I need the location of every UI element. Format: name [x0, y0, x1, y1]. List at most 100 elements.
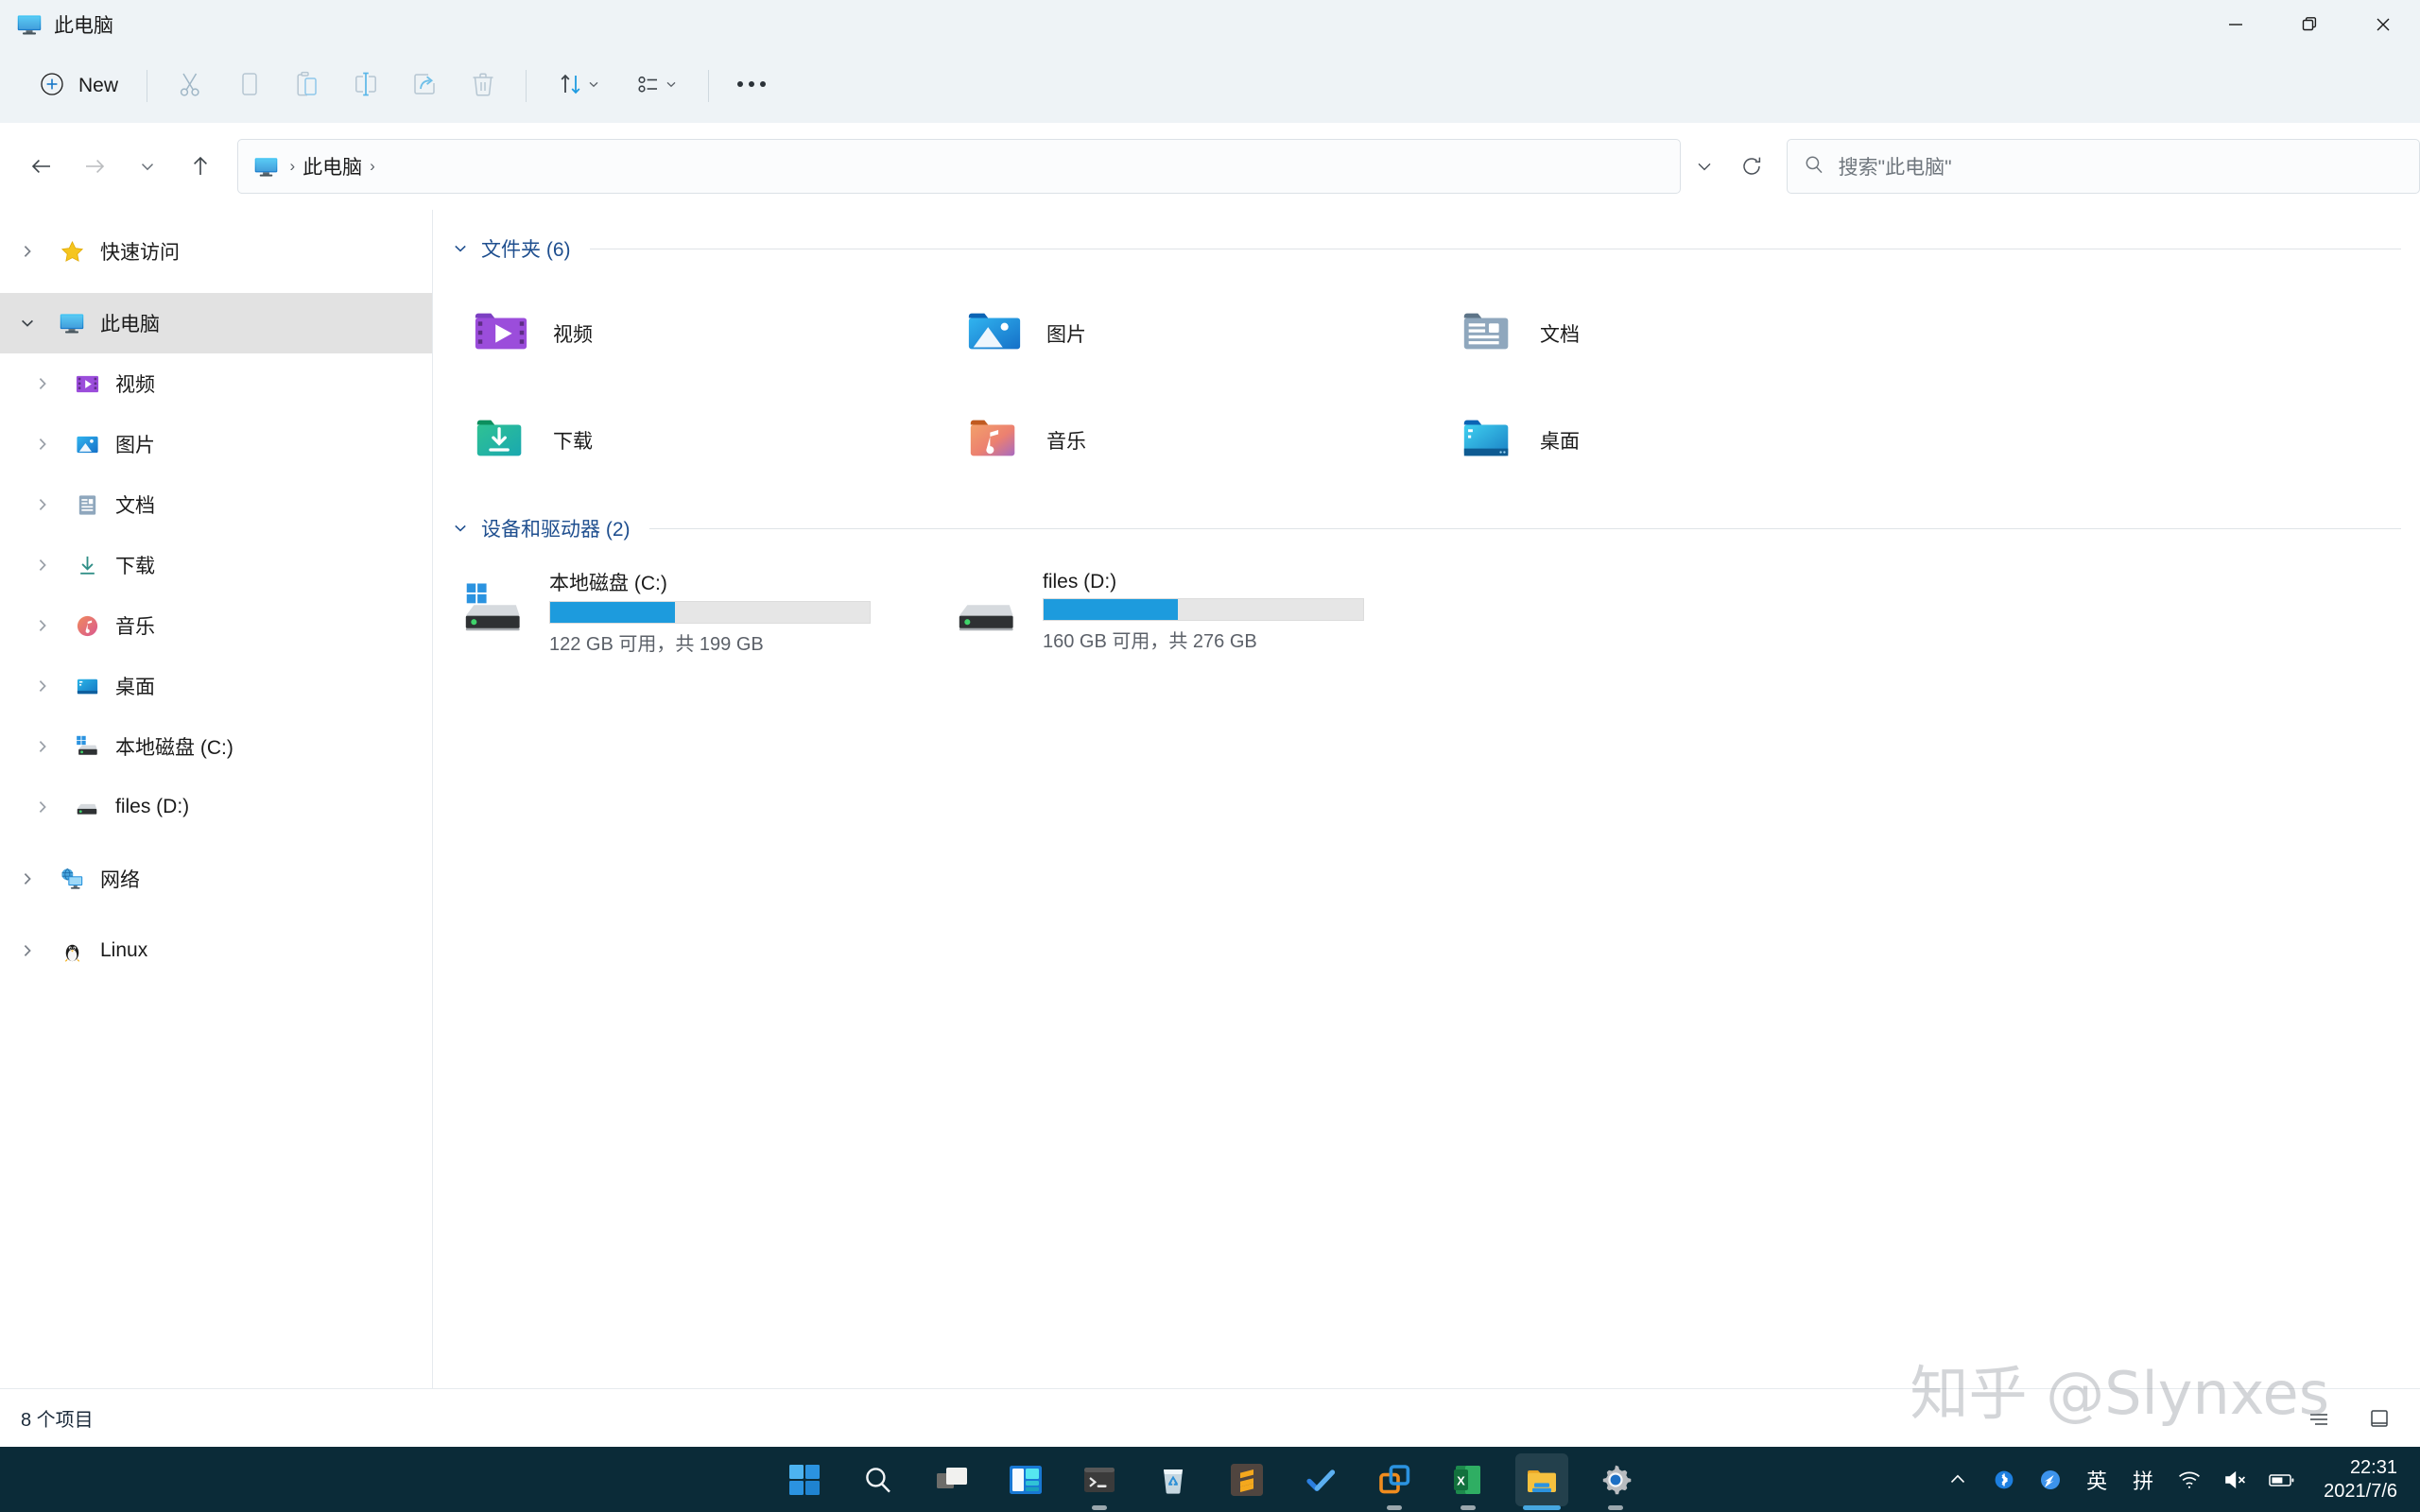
settings-icon[interactable]: [1589, 1453, 1642, 1510]
chevron-right-icon[interactable]: [11, 942, 43, 959]
view-button[interactable]: [617, 60, 695, 112]
sublime-text-icon[interactable]: [1220, 1453, 1273, 1506]
search-icon[interactable]: [852, 1453, 905, 1506]
taskbar-running-indicator: [1461, 1504, 1476, 1510]
share-button[interactable]: [395, 60, 454, 112]
sidebar-item-pictures[interactable]: 图片: [0, 414, 432, 474]
sidebar-item-label: 网络: [100, 869, 140, 891]
command-bar: New: [0, 49, 2420, 123]
bluetooth-icon[interactable]: [1990, 1459, 2018, 1501]
breadcrumb-separator-2[interactable]: ›: [370, 157, 375, 176]
wifi-icon[interactable]: [2175, 1459, 2204, 1501]
chevron-down-icon[interactable]: [11, 315, 43, 332]
excel-icon[interactable]: X: [1442, 1453, 1495, 1510]
sidebar-item-local-disk-c[interactable]: 本地磁盘 (C:): [0, 716, 432, 777]
chevron-right-icon[interactable]: [26, 617, 59, 634]
widgets-icon[interactable]: [999, 1453, 1052, 1506]
folder-tile-label: 图片: [1046, 323, 1086, 346]
scissors-icon: [175, 69, 205, 104]
group-header-devices[interactable]: 设备和驱动器 (2): [434, 510, 2420, 546]
breadcrumb-item-this-pc[interactable]: 此电脑: [302, 152, 362, 180]
search-input[interactable]: 搜索"此电脑": [1839, 152, 1952, 180]
paste-button[interactable]: [278, 60, 337, 112]
folder-tile-documents[interactable]: 文档: [1438, 280, 1931, 387]
tray-overflow-icon[interactable]: [1944, 1459, 1972, 1501]
navigation-bar: › 此电脑 › 搜索"此电脑": [0, 123, 2420, 210]
file-explorer-icon[interactable]: [1515, 1452, 1568, 1510]
volume-muted-icon[interactable]: [2221, 1459, 2250, 1501]
folder-tile-downloads[interactable]: 下载: [451, 387, 944, 493]
sidebar-item-linux[interactable]: Linux: [0, 920, 432, 981]
folder-tile-music[interactable]: 音乐: [944, 387, 1438, 493]
task-view-icon[interactable]: [925, 1453, 978, 1506]
folder-tile-desktop[interactable]: 桌面: [1438, 387, 1931, 493]
more-button[interactable]: [722, 60, 781, 112]
sidebar-item-network[interactable]: 网络: [0, 849, 432, 909]
history-button[interactable]: [1681, 141, 1728, 192]
chevron-right-icon[interactable]: [26, 375, 59, 392]
sidebar-item-videos[interactable]: 视频: [0, 353, 432, 414]
folder-tile-label: 文档: [1540, 323, 1580, 346]
tray-app-icon[interactable]: [2036, 1459, 2065, 1501]
drive-tile-files-d[interactable]: files (D:) 160 GB 可用，共 276 GB: [944, 561, 1438, 660]
folder-tile-videos[interactable]: 视频: [451, 280, 944, 387]
drive-name: files (D:): [1043, 570, 1117, 593]
ime-mode[interactable]: 英: [2083, 1459, 2111, 1501]
search-box[interactable]: 搜索"此电脑": [1786, 139, 2420, 194]
recent-locations-button[interactable]: [121, 140, 174, 193]
refresh-button[interactable]: [1728, 141, 1775, 192]
documents-folder-icon: [71, 489, 103, 521]
recycle-bin-icon[interactable]: [1147, 1453, 1200, 1506]
delete-button[interactable]: [454, 60, 512, 112]
back-button[interactable]: [15, 140, 68, 193]
details-view-button[interactable]: [2299, 1399, 2339, 1438]
minimize-button[interactable]: [2199, 0, 2273, 49]
chevron-right-icon[interactable]: [26, 557, 59, 574]
sidebar-item-documents[interactable]: 文档: [0, 474, 432, 535]
close-button[interactable]: [2346, 0, 2420, 49]
chevron-right-icon[interactable]: [11, 243, 43, 260]
clock[interactable]: 22:31 2021/7/6: [2324, 1457, 2397, 1503]
maximize-button[interactable]: [2273, 0, 2346, 49]
vmware-icon[interactable]: [1368, 1453, 1421, 1510]
chevron-right-icon[interactable]: [26, 738, 59, 755]
up-button[interactable]: [174, 140, 227, 193]
address-bar[interactable]: › 此电脑 ›: [237, 139, 1681, 194]
forward-button[interactable]: [68, 140, 121, 193]
chevron-right-icon[interactable]: [11, 870, 43, 887]
file-explorer-window: 此电脑 New › 此电脑 › 搜索"此电脑" 快速访问 此电脑 视频 图片 文…: [0, 0, 2420, 1512]
copy-button[interactable]: [219, 60, 278, 112]
sidebar-item-quick-access[interactable]: 快速访问: [0, 221, 432, 282]
taskbar-running-indicator: [1523, 1504, 1561, 1510]
drive-tile-local-disk-c[interactable]: 本地磁盘 (C:) 122 GB 可用，共 199 GB: [451, 561, 944, 660]
chevron-right-icon[interactable]: [26, 496, 59, 513]
sidebar-item-files-d[interactable]: files (D:): [0, 777, 432, 837]
ime-pinyin[interactable]: 拼: [2129, 1459, 2157, 1501]
sidebar-item-music[interactable]: 音乐: [0, 595, 432, 656]
chevron-down-icon[interactable]: [451, 240, 470, 257]
rename-button[interactable]: [337, 60, 395, 112]
new-button[interactable]: New: [28, 61, 133, 112]
drive-name: 本地磁盘 (C:): [549, 572, 667, 594]
sort-button[interactable]: [540, 60, 617, 112]
sidebar-item-label: 本地磁盘 (C:): [115, 737, 233, 759]
sidebar-item-desktop[interactable]: 桌面: [0, 656, 432, 716]
sidebar-item-this-pc[interactable]: 此电脑: [0, 293, 432, 353]
cut-button[interactable]: [161, 60, 219, 112]
chevron-right-icon[interactable]: [26, 799, 59, 816]
terminal-icon[interactable]: [1073, 1453, 1126, 1510]
start-icon[interactable]: [778, 1453, 831, 1506]
sidebar-item-label: 下载: [115, 556, 155, 577]
chevron-down-icon[interactable]: [451, 520, 470, 537]
large-icons-view-button[interactable]: [2360, 1399, 2399, 1438]
folder-tile-pictures[interactable]: 图片: [944, 280, 1438, 387]
desktop-folder-icon: [1459, 408, 1517, 472]
folder-tile-label: 音乐: [1046, 430, 1086, 453]
chevron-right-icon[interactable]: [26, 436, 59, 453]
battery-icon[interactable]: [2268, 1459, 2296, 1501]
sidebar-item-downloads[interactable]: 下载: [0, 535, 432, 595]
chevron-right-icon[interactable]: [26, 678, 59, 695]
group-header-folders[interactable]: 文件夹 (6): [434, 231, 2420, 266]
todo-icon[interactable]: [1294, 1453, 1347, 1506]
